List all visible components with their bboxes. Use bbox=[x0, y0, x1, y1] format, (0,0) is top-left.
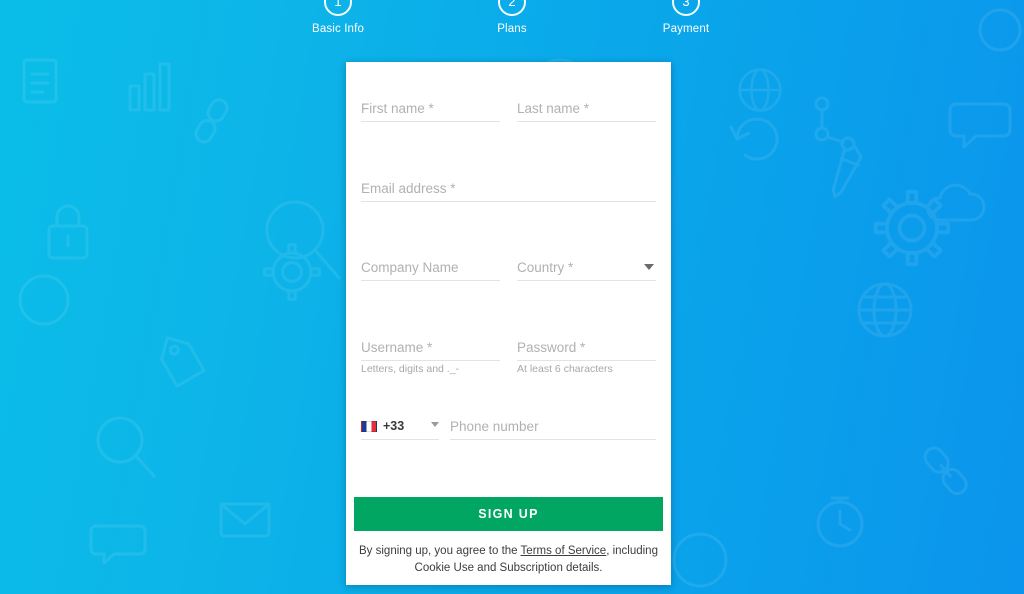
search-icon bbox=[265, 200, 341, 280]
country-field bbox=[517, 259, 656, 281]
company-name-field bbox=[361, 259, 500, 281]
link-icon bbox=[194, 98, 229, 144]
country-select[interactable] bbox=[517, 259, 656, 281]
pencil-icon bbox=[831, 145, 863, 199]
last-name-field bbox=[517, 100, 656, 122]
gear-icon bbox=[873, 189, 951, 267]
company-name-input[interactable] bbox=[361, 259, 500, 281]
phone-number-input[interactable] bbox=[450, 418, 656, 440]
first-name-input[interactable] bbox=[361, 100, 500, 122]
share-nodes-icon bbox=[814, 96, 856, 152]
company-country-row bbox=[361, 259, 656, 281]
signup-button[interactable]: SIGN UP bbox=[354, 497, 663, 531]
step-label: Basic Info bbox=[312, 23, 364, 35]
step-basic-info[interactable]: 1 Basic Info bbox=[285, 0, 391, 35]
step-number: 2 bbox=[498, 0, 526, 16]
step-label: Plans bbox=[497, 23, 527, 35]
signup-card: Letters, digits and ._- At least 6 chara… bbox=[346, 62, 671, 585]
step-number: 1 bbox=[324, 0, 352, 16]
password-hint: At least 6 characters bbox=[517, 363, 613, 375]
terms-of-service-link[interactable]: Terms of Service bbox=[521, 545, 607, 557]
credentials-row: Letters, digits and ._- At least 6 chara… bbox=[361, 339, 656, 375]
password-input[interactable] bbox=[517, 339, 656, 361]
email-input[interactable] bbox=[361, 180, 656, 202]
search-icon bbox=[96, 416, 156, 478]
first-name-field bbox=[361, 100, 500, 122]
circle-decoration bbox=[18, 274, 70, 326]
gear-icon bbox=[263, 243, 321, 301]
name-row bbox=[361, 100, 656, 122]
step-number: 3 bbox=[672, 0, 700, 16]
legal-disclaimer: By signing up, you agree to the Terms of… bbox=[354, 543, 663, 577]
username-hint: Letters, digits and ._- bbox=[361, 363, 460, 375]
globe-icon bbox=[857, 282, 913, 338]
step-plans[interactable]: 2 Plans bbox=[459, 0, 565, 35]
password-field: At least 6 characters bbox=[517, 339, 656, 375]
chart-icon bbox=[128, 62, 171, 112]
phone-row: +33 bbox=[361, 418, 656, 440]
globe-icon bbox=[738, 68, 782, 112]
chevron-down-icon bbox=[431, 422, 439, 427]
link-icon bbox=[923, 446, 968, 496]
username-field: Letters, digits and ._- bbox=[361, 339, 500, 375]
lock-icon bbox=[47, 204, 89, 260]
refresh-icon bbox=[729, 117, 779, 161]
comment-icon bbox=[89, 524, 147, 565]
phone-country-code-select[interactable]: +33 bbox=[361, 418, 439, 440]
step-payment[interactable]: 3 Payment bbox=[633, 0, 739, 35]
email-field bbox=[361, 180, 656, 202]
step-label: Payment bbox=[662, 23, 710, 35]
phone-dial-code: +33 bbox=[383, 419, 405, 433]
legal-prefix: By signing up, you agree to the bbox=[359, 545, 521, 557]
signup-stepper: 1 Basic Info 2 Plans 3 Payment bbox=[0, 0, 1024, 35]
tag-icon bbox=[160, 336, 206, 388]
document-icon bbox=[22, 58, 58, 104]
envelope-icon bbox=[219, 502, 271, 538]
circle-decoration bbox=[672, 532, 728, 588]
email-row bbox=[361, 180, 656, 202]
last-name-input[interactable] bbox=[517, 100, 656, 122]
flag-france-icon bbox=[361, 420, 377, 432]
comment-icon bbox=[948, 102, 1012, 149]
timer-icon bbox=[816, 496, 864, 548]
cloud-icon bbox=[926, 183, 986, 222]
username-input[interactable] bbox=[361, 339, 500, 361]
phone-number-field bbox=[450, 418, 656, 440]
